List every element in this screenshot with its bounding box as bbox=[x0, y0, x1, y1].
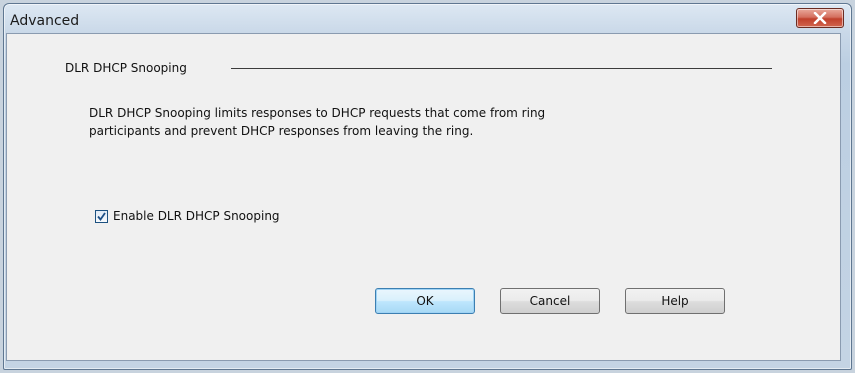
group-box-label: DLR DHCP Snooping bbox=[65, 61, 187, 75]
enable-snooping-label[interactable]: Enable DLR DHCP Snooping bbox=[113, 209, 280, 223]
cancel-button[interactable]: Cancel bbox=[500, 288, 600, 314]
checkmark-icon bbox=[97, 211, 106, 221]
description-line-2: participants and prevent DHCP responses … bbox=[89, 124, 474, 138]
group-box-separator bbox=[231, 68, 772, 69]
ok-button[interactable]: OK bbox=[375, 288, 475, 314]
close-icon bbox=[813, 12, 827, 24]
enable-snooping-checkbox[interactable] bbox=[95, 209, 108, 223]
close-button[interactable] bbox=[796, 8, 844, 28]
enable-snooping-checkbox-row[interactable]: Enable DLR DHCP Snooping bbox=[95, 208, 280, 224]
help-button[interactable]: Help bbox=[625, 288, 725, 314]
window-title: Advanced bbox=[10, 13, 80, 29]
description-text: DLR DHCP Snooping limits responses to DH… bbox=[89, 104, 649, 140]
description-line-1: DLR DHCP Snooping limits responses to DH… bbox=[89, 106, 546, 120]
